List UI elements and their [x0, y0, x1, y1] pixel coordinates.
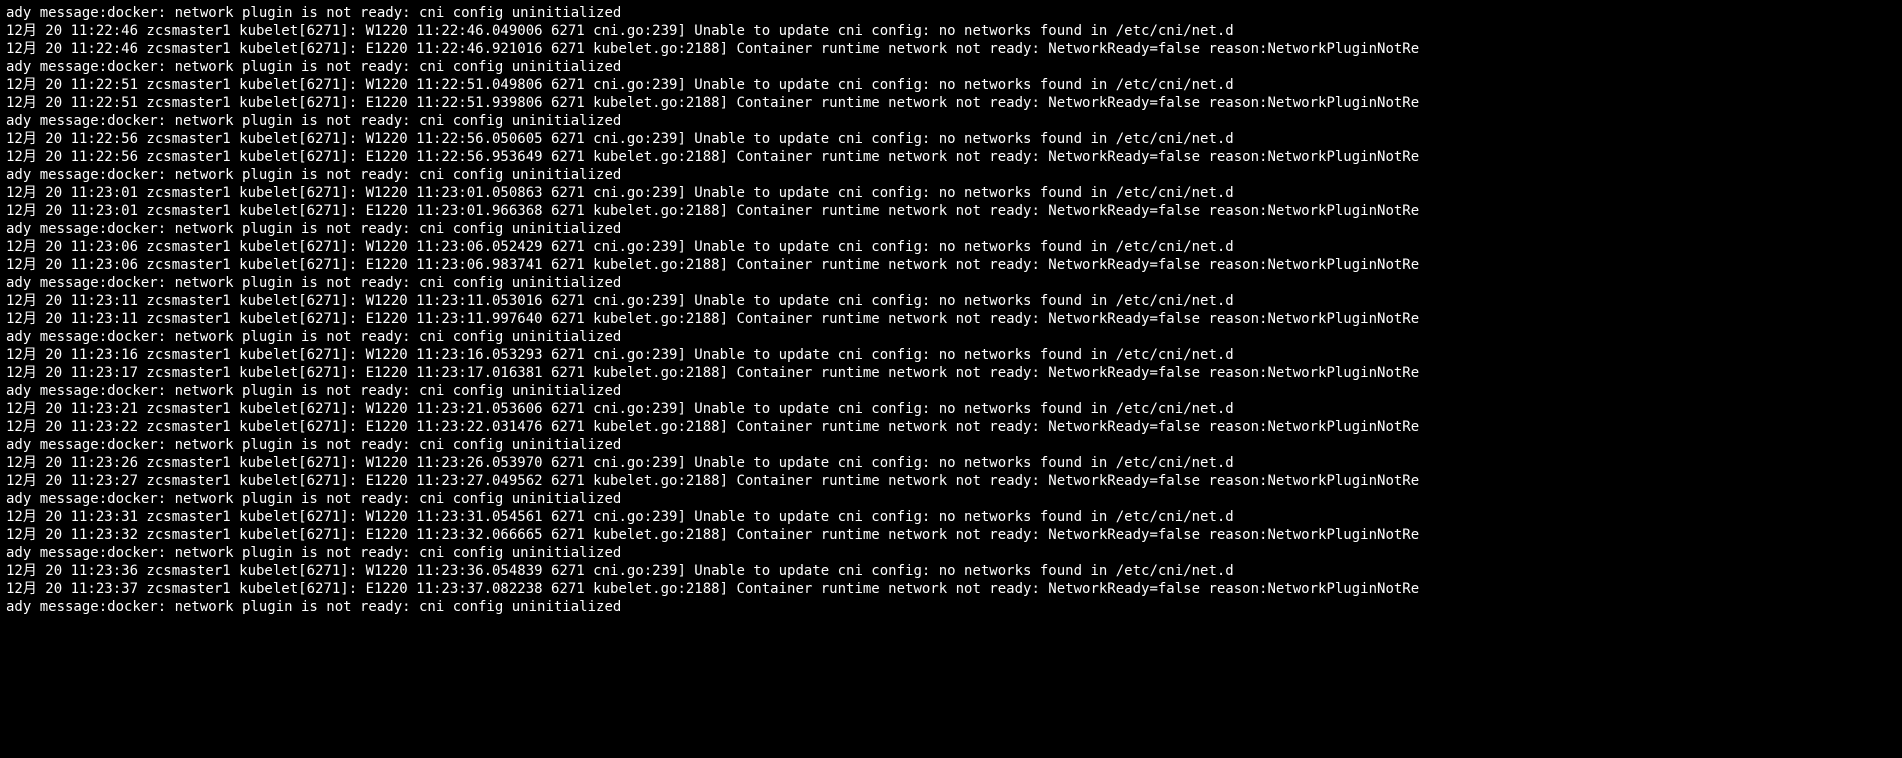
log-line-warning: 12月 20 11:23:01 zcsmaster1 kubelet[6271]…	[6, 184, 1896, 202]
log-line-wrap: ady message:docker: network plugin is no…	[6, 328, 1896, 346]
log-line-wrap: ady message:docker: network plugin is no…	[6, 166, 1896, 184]
log-line-wrap: ady message:docker: network plugin is no…	[6, 112, 1896, 130]
log-line-warning: 12月 20 11:22:51 zcsmaster1 kubelet[6271]…	[6, 76, 1896, 94]
log-line-error: 12月 20 11:23:01 zcsmaster1 kubelet[6271]…	[6, 202, 1896, 220]
log-line-error: 12月 20 11:23:27 zcsmaster1 kubelet[6271]…	[6, 472, 1896, 490]
log-line-wrap: ady message:docker: network plugin is no…	[6, 58, 1896, 76]
log-line-warning: 12月 20 11:23:16 zcsmaster1 kubelet[6271]…	[6, 346, 1896, 364]
log-line-warning: 12月 20 11:22:56 zcsmaster1 kubelet[6271]…	[6, 130, 1896, 148]
log-line-error: 12月 20 11:22:56 zcsmaster1 kubelet[6271]…	[6, 148, 1896, 166]
terminal-output[interactable]: ady message:docker: network plugin is no…	[0, 0, 1902, 620]
log-line-warning: 12月 20 11:23:21 zcsmaster1 kubelet[6271]…	[6, 400, 1896, 418]
log-line-error: 12月 20 11:22:51 zcsmaster1 kubelet[6271]…	[6, 94, 1896, 112]
log-line-error: 12月 20 11:22:46 zcsmaster1 kubelet[6271]…	[6, 40, 1896, 58]
log-line-error: 12月 20 11:23:32 zcsmaster1 kubelet[6271]…	[6, 526, 1896, 544]
log-line-error: 12月 20 11:23:11 zcsmaster1 kubelet[6271]…	[6, 310, 1896, 328]
log-line-warning: 12月 20 11:23:06 zcsmaster1 kubelet[6271]…	[6, 238, 1896, 256]
log-line-error: 12月 20 11:23:22 zcsmaster1 kubelet[6271]…	[6, 418, 1896, 436]
log-line-warning: 12月 20 11:22:46 zcsmaster1 kubelet[6271]…	[6, 22, 1896, 40]
log-line-wrap: ady message:docker: network plugin is no…	[6, 598, 1896, 616]
log-line-error: 12月 20 11:23:06 zcsmaster1 kubelet[6271]…	[6, 256, 1896, 274]
log-line-wrap: ady message:docker: network plugin is no…	[6, 4, 1896, 22]
log-line-wrap: ady message:docker: network plugin is no…	[6, 490, 1896, 508]
log-line-warning: 12月 20 11:23:36 zcsmaster1 kubelet[6271]…	[6, 562, 1896, 580]
log-line-wrap: ady message:docker: network plugin is no…	[6, 274, 1896, 292]
log-line-warning: 12月 20 11:23:26 zcsmaster1 kubelet[6271]…	[6, 454, 1896, 472]
log-line-wrap: ady message:docker: network plugin is no…	[6, 220, 1896, 238]
log-line-wrap: ady message:docker: network plugin is no…	[6, 544, 1896, 562]
log-line-error: 12月 20 11:23:17 zcsmaster1 kubelet[6271]…	[6, 364, 1896, 382]
log-line-wrap: ady message:docker: network plugin is no…	[6, 436, 1896, 454]
log-line-warning: 12月 20 11:23:11 zcsmaster1 kubelet[6271]…	[6, 292, 1896, 310]
log-line-error: 12月 20 11:23:37 zcsmaster1 kubelet[6271]…	[6, 580, 1896, 598]
log-line-wrap: ady message:docker: network plugin is no…	[6, 382, 1896, 400]
log-line-warning: 12月 20 11:23:31 zcsmaster1 kubelet[6271]…	[6, 508, 1896, 526]
